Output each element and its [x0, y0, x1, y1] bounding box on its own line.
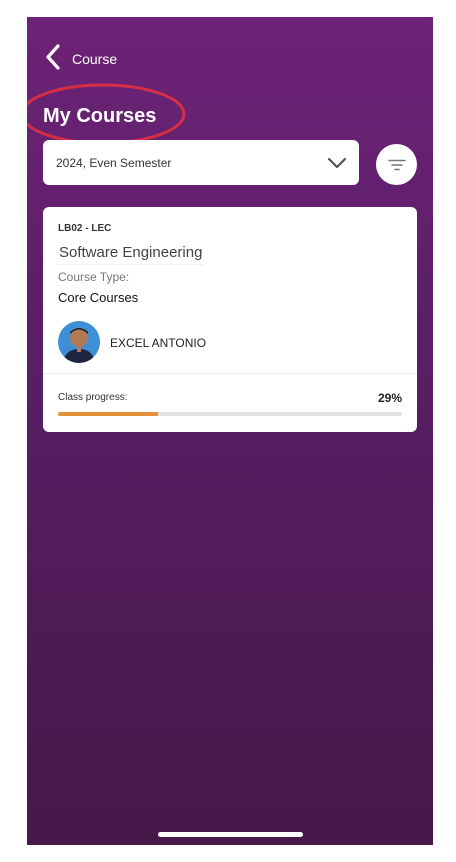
lecturer-avatar: [58, 321, 100, 363]
course-card[interactable]: LB02 - LEC Software Engineering Course T…: [43, 207, 417, 432]
course-type-label: Course Type:: [58, 270, 130, 284]
chevron-down-icon: [327, 157, 347, 169]
course-type-value: Core Courses: [58, 290, 139, 305]
progress-label: Class progress:: [58, 392, 128, 403]
semester-dropdown[interactable]: 2024, Even Semester: [43, 140, 359, 185]
semester-value: 2024, Even Semester: [56, 155, 172, 170]
course-name: Software Engineering: [58, 243, 205, 265]
course-code: LB02 - LEC: [58, 223, 112, 234]
lecturer-name: EXCEL ANTONIO: [110, 336, 207, 350]
app-screen: Course My Courses 2024, Even Semester LB…: [27, 17, 433, 845]
progress-bar: [58, 412, 402, 416]
card-divider: [43, 373, 417, 374]
back-button[interactable]: Course: [45, 43, 118, 75]
progress-value: 29%: [377, 391, 402, 405]
chevron-left-icon: [45, 43, 61, 75]
annotation-circle: [27, 83, 186, 145]
back-label: Course: [72, 51, 118, 67]
filter-button[interactable]: [376, 144, 417, 185]
home-indicator[interactable]: [158, 832, 303, 837]
progress-fill: [58, 412, 158, 416]
filter-icon: [387, 159, 406, 171]
